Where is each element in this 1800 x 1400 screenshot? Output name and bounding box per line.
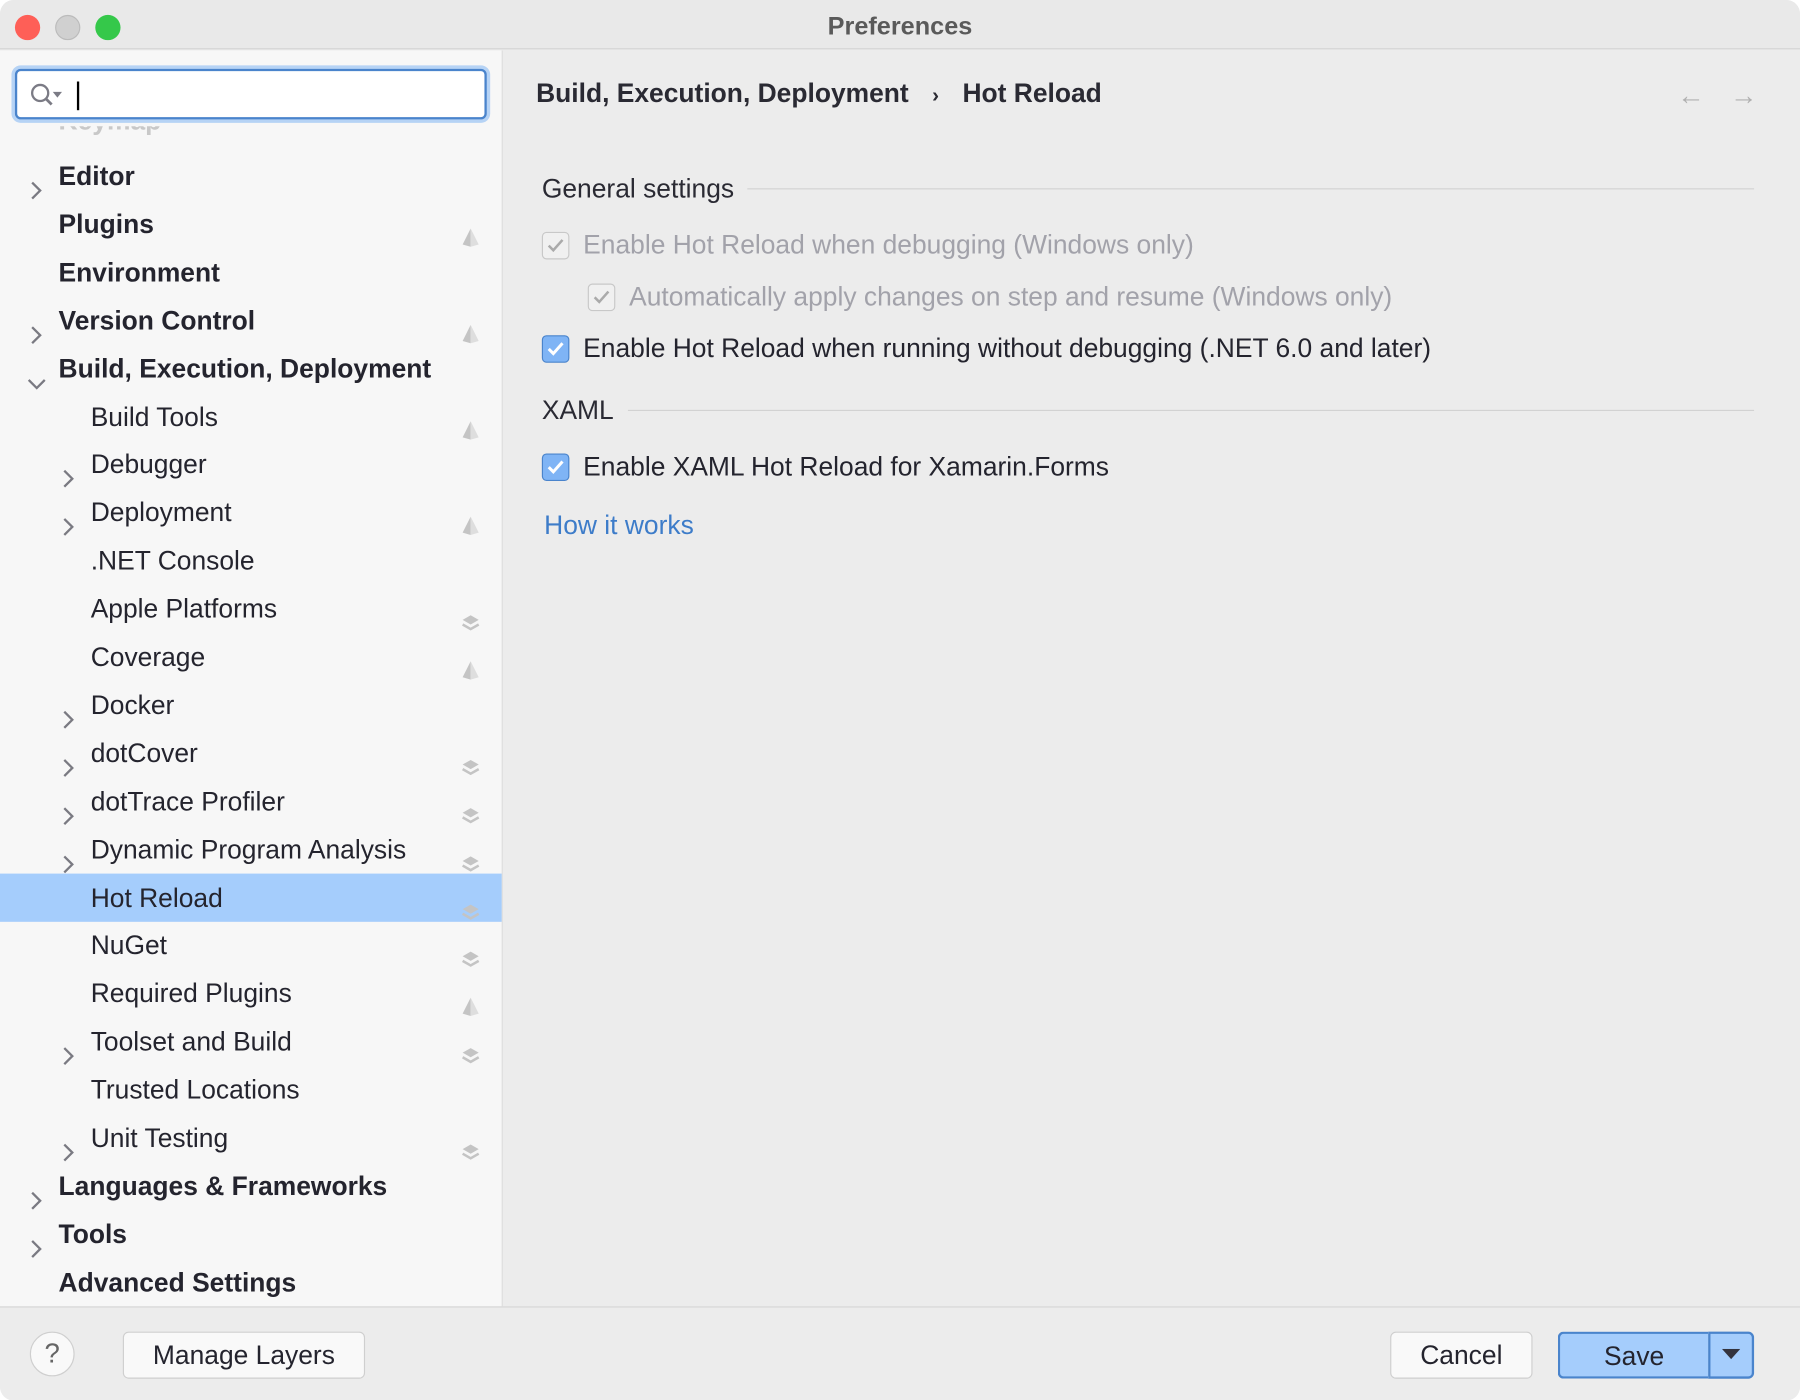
checkmark-icon: [541, 452, 570, 481]
sidebar-item-label: Hot Reload: [90, 882, 223, 913]
sidebar-item-label: Docker: [90, 689, 175, 720]
how-it-works-link[interactable]: How it works: [544, 510, 694, 541]
sidebar-item-label: Toolset and Build: [90, 1026, 292, 1057]
sidebar-item-tools[interactable]: Tools: [0, 1210, 502, 1258]
minimize-window-button[interactable]: [55, 14, 81, 41]
sidebar-item-trusted-locations[interactable]: Trusted Locations: [0, 1065, 502, 1113]
sidebar-item-label: Editor: [58, 160, 135, 191]
breadcrumb-separator-icon: ›: [932, 83, 940, 107]
checkmark-icon: [541, 231, 570, 259]
sidebar-item-label: NuGet: [90, 930, 168, 961]
sidebar-item-toolset-and-build[interactable]: Toolset and Build: [0, 1017, 502, 1066]
sidebar-item-label: Coverage: [90, 641, 206, 672]
checkbox-label: Automatically apply changes on step and …: [629, 281, 1393, 312]
section-title: XAML: [541, 394, 614, 425]
divider: [627, 409, 1755, 411]
breadcrumb-parent[interactable]: Build, Execution, Deployment: [536, 78, 909, 108]
sidebar-item-label: Apple Platforms: [90, 593, 278, 624]
sidebar-item-label: Dynamic Program Analysis: [90, 834, 407, 864]
sidebar-item-environment[interactable]: Environment: [0, 248, 502, 296]
sidebar-item-label: Languages & Frameworks: [58, 1170, 388, 1201]
checkmark-icon: [587, 282, 616, 311]
close-window-button[interactable]: [14, 14, 41, 41]
sidebar-item-apple-platforms[interactable]: Apple Platforms: [0, 584, 502, 632]
search-icon[interactable]: [29, 83, 70, 108]
sidebar-item-dotcover[interactable]: dotCover: [0, 729, 502, 777]
sidebar-item-label: Version Control: [58, 304, 256, 335]
checkbox-label: Enable XAML Hot Reload for Xamarin.Forms: [583, 451, 1110, 481]
manage-layers-button[interactable]: Manage Layers: [122, 1331, 366, 1379]
sidebar-item-label: Build, Execution, Deployment: [58, 353, 432, 383]
settings-content: Build, Execution, Deployment › Hot Reloa…: [504, 51, 1800, 1307]
sidebar-item-required-plugins[interactable]: Required Plugins: [0, 969, 502, 1017]
sidebar-item-dynamic-program-analysis[interactable]: Dynamic Program Analysis: [0, 825, 502, 873]
save-options-dropdown[interactable]: [1708, 1331, 1755, 1379]
sidebar-item-label: Advanced Settings: [58, 1266, 297, 1297]
sidebar-item-label: Tools: [58, 1218, 127, 1249]
checkbox-hot-reload-without-debugging[interactable]: Enable Hot Reload when running without d…: [541, 332, 1432, 364]
zoom-window-button[interactable]: [95, 14, 121, 41]
checkbox-hot-reload-debugging[interactable]: Enable Hot Reload when debugging (Window…: [541, 229, 1194, 261]
sidebar-item-label: Unit Testing: [90, 1122, 229, 1153]
preferences-window: Preferences Keymap Editor Plugins Environm…: [0, 0, 1800, 1400]
sidebar-item-unit-testing[interactable]: Unit Testing: [0, 1114, 502, 1162]
sidebar-item-label: Deployment: [90, 497, 232, 528]
divider: [747, 188, 1755, 190]
sidebar-item-editor[interactable]: Editor: [0, 152, 502, 200]
sidebar-item-label: .NET Console: [90, 545, 255, 576]
sidebar-item-build-tools[interactable]: Build Tools: [0, 392, 502, 440]
sidebar-item-label: Debugger: [90, 449, 207, 480]
save-button[interactable]: Save: [1557, 1331, 1709, 1379]
sidebar-item-label: Plugins: [58, 208, 154, 239]
settings-sidebar: Keymap Editor Plugins Environment Version C…: [0, 50, 503, 1307]
back-arrow-icon[interactable]: ←: [1677, 80, 1705, 112]
cancel-button[interactable]: Cancel: [1390, 1331, 1533, 1379]
sidebar-item-advanced-settings[interactable]: Advanced Settings: [0, 1258, 502, 1306]
sidebar-item-nuget[interactable]: NuGet: [0, 921, 502, 969]
breadcrumb-current: Hot Reload: [962, 78, 1102, 108]
help-button[interactable]: ?: [29, 1331, 75, 1377]
sidebar-item-label: Environment: [58, 256, 220, 287]
sidebar-item-net-console[interactable]: .NET Console: [0, 536, 502, 584]
sidebar-item-coverage[interactable]: Coverage: [0, 633, 502, 681]
sidebar-item-dottrace-profiler[interactable]: dotTrace Profiler: [0, 777, 502, 825]
sidebar-item-languages-frameworks[interactable]: Languages & Frameworks: [0, 1162, 502, 1210]
text-cursor: [76, 81, 80, 111]
sidebar-item-deployment[interactable]: Deployment: [0, 488, 502, 537]
sidebar-item-debugger[interactable]: Debugger: [0, 440, 502, 488]
search-input[interactable]: [14, 68, 487, 120]
checkmark-icon: [541, 334, 570, 363]
checkbox-auto-apply-changes[interactable]: Automatically apply changes on step and …: [587, 281, 1393, 312]
chevron-down-icon: [1721, 1348, 1741, 1360]
title-bar: Preferences: [0, 0, 1800, 50]
window-title: Preferences: [827, 11, 973, 41]
section-general-settings: General settings: [541, 173, 1755, 204]
checkbox-xaml-hot-reload[interactable]: Enable XAML Hot Reload for Xamarin.Forms: [541, 451, 1110, 482]
checkbox-label: Enable Hot Reload when debugging (Window…: [583, 229, 1194, 260]
sidebar-item-label: Trusted Locations: [90, 1074, 300, 1105]
sidebar-item-hot-reload[interactable]: Hot Reload: [0, 873, 502, 922]
sidebar-item-plugins[interactable]: Plugins: [0, 200, 502, 248]
footer-bar: ? Manage Layers Cancel Save: [0, 1306, 1800, 1400]
sidebar-item-version-control[interactable]: Version Control: [0, 296, 502, 344]
forward-arrow-icon[interactable]: →: [1730, 80, 1758, 112]
sidebar-item-label: dotCover: [90, 737, 198, 768]
sidebar-item-label: dotTrace Profiler: [90, 785, 285, 816]
sidebar-item-label: Required Plugins: [90, 978, 292, 1009]
section-title: General settings: [541, 173, 735, 204]
sidebar-item-label: Build Tools: [90, 401, 218, 432]
sidebar-item-docker[interactable]: Docker: [0, 681, 502, 729]
breadcrumb: Build, Execution, Deployment › Hot Reloa…: [536, 78, 1102, 109]
checkbox-label: Enable Hot Reload when running without d…: [583, 332, 1432, 363]
section-xaml: XAML: [541, 394, 1755, 426]
sidebar-item-build-execution-deployment[interactable]: Build, Execution, Deployment: [0, 344, 502, 392]
